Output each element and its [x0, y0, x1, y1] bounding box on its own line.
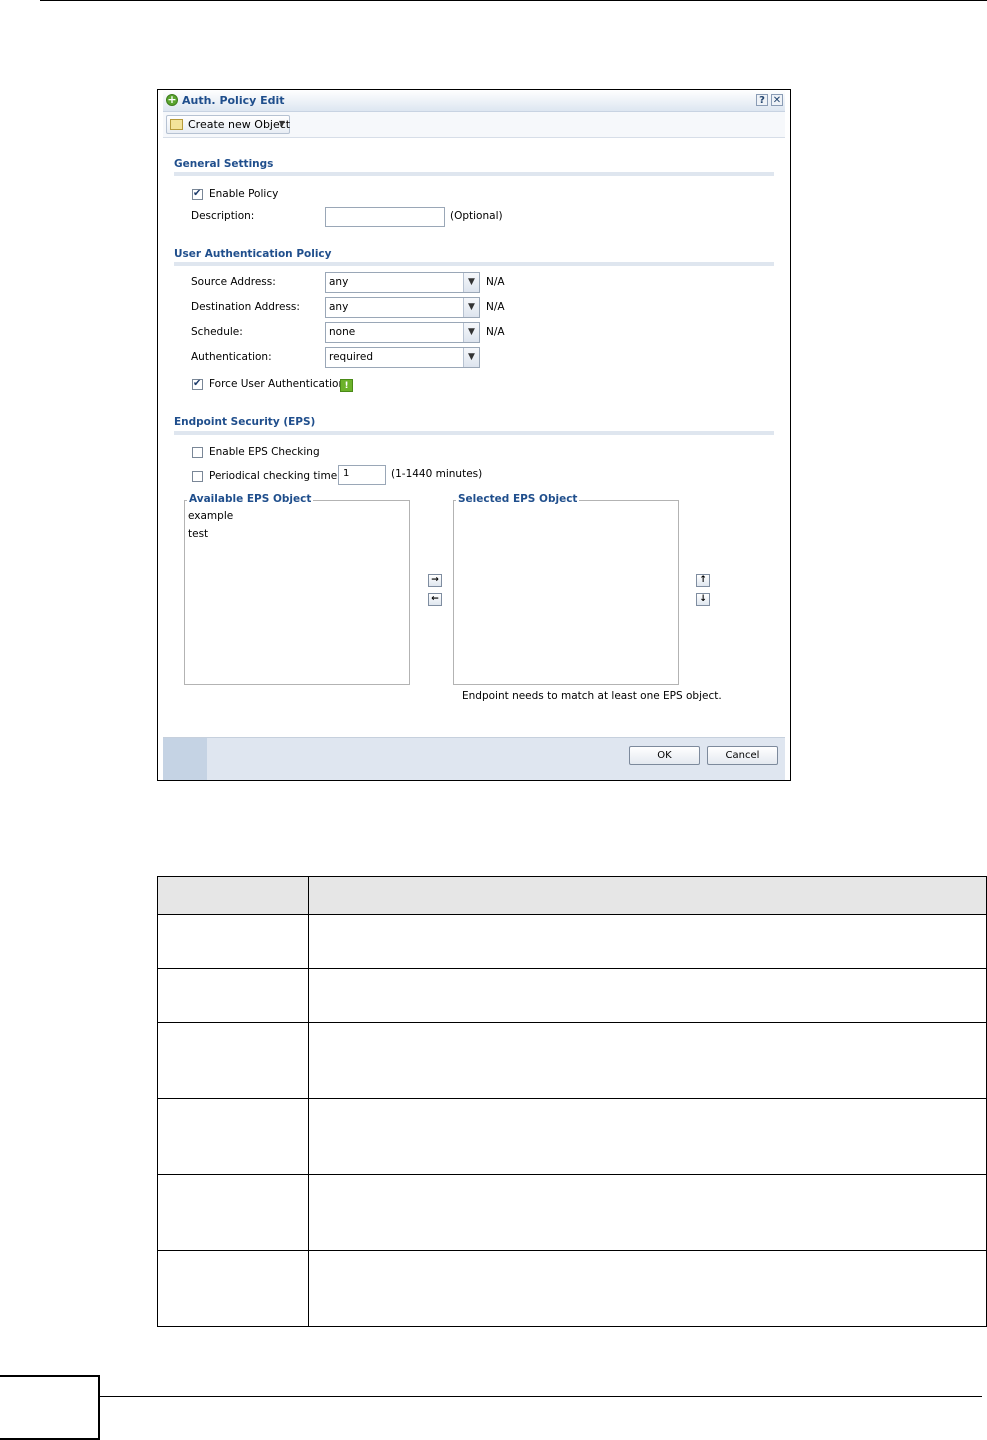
periodical-checking-label: Periodical checking time — [209, 470, 338, 482]
periodical-checking-checkbox[interactable] — [192, 471, 203, 482]
destination-address-value: any — [329, 301, 349, 313]
dialog-toolbar: Create new Object ▼ — [163, 112, 785, 138]
help-button[interactable]: ? — [756, 94, 768, 106]
table-row — [157, 1174, 987, 1251]
table-cell — [308, 1098, 987, 1175]
table-header-row — [157, 876, 987, 915]
dialog-title: Auth. Policy Edit — [182, 94, 285, 107]
force-user-auth-checkbox[interactable] — [192, 378, 203, 390]
table-cell — [157, 1174, 309, 1251]
selected-eps-list[interactable]: Selected EPS Object — [453, 493, 679, 685]
authentication-label: Authentication: — [191, 351, 272, 363]
source-address-note: N/A — [486, 276, 505, 288]
chevron-down-icon: ▼ — [278, 119, 285, 128]
table-cell — [157, 1022, 309, 1099]
destination-address-note: N/A — [486, 301, 505, 313]
chevron-down-icon: ▼ — [463, 348, 479, 367]
page-number-box — [0, 1375, 100, 1440]
table-cell — [157, 914, 309, 969]
force-user-auth-label: Force User Authentication — [209, 378, 346, 390]
enable-policy-label: Enable Policy — [209, 188, 279, 200]
table-row — [157, 1250, 987, 1327]
table-cell — [157, 1250, 309, 1327]
footer-side-panel — [163, 738, 207, 780]
list-item[interactable]: test — [188, 528, 208, 540]
periodical-range-hint: (1-1440 minutes) — [391, 468, 483, 480]
table-row — [157, 1022, 987, 1099]
move-down-button[interactable]: ↓ — [696, 593, 710, 606]
create-new-object-label: Create new Object — [188, 118, 291, 131]
schedule-label: Schedule: — [191, 326, 243, 338]
close-button[interactable]: ✕ — [771, 94, 783, 106]
table-cell — [308, 1022, 987, 1099]
dialog-footer: OK Cancel — [163, 737, 785, 780]
schedule-note: N/A — [486, 326, 505, 338]
source-address-value: any — [329, 276, 349, 288]
chevron-down-icon: ▼ — [463, 298, 479, 317]
periodical-checking-input[interactable]: 1 — [338, 465, 386, 485]
page-top-rule — [40, 0, 987, 1]
table-header-cell — [308, 876, 987, 915]
table-row — [157, 968, 987, 1023]
available-eps-legend: Available EPS Object — [187, 493, 314, 505]
list-item[interactable]: example — [188, 510, 233, 522]
section-divider — [174, 431, 774, 435]
warning-icon[interactable]: ! — [340, 379, 353, 392]
selected-eps-legend: Selected EPS Object — [456, 493, 580, 505]
table-cell — [308, 1250, 987, 1327]
destination-address-select[interactable]: any ▼ — [325, 297, 480, 318]
enable-eps-label: Enable EPS Checking — [209, 446, 320, 458]
optional-hint: (Optional) — [450, 210, 503, 222]
cancel-button[interactable]: Cancel — [707, 746, 778, 765]
table-row — [157, 1098, 987, 1175]
authentication-select[interactable]: required ▼ — [325, 347, 480, 368]
available-eps-list[interactable]: Available EPS Object example test — [184, 493, 410, 685]
source-address-select[interactable]: any ▼ — [325, 272, 480, 293]
table-cell — [157, 968, 309, 1023]
ok-button[interactable]: OK — [629, 746, 700, 765]
description-table — [157, 876, 987, 1327]
section-divider — [174, 172, 774, 176]
enable-policy-checkbox[interactable] — [192, 188, 203, 200]
eps-match-note: Endpoint needs to match at least one EPS… — [462, 690, 722, 702]
move-right-button[interactable]: → — [428, 574, 442, 587]
schedule-value: none — [329, 326, 356, 338]
table-header-cell — [157, 876, 309, 915]
enable-eps-checkbox[interactable] — [192, 447, 203, 458]
new-object-icon — [170, 119, 183, 130]
authentication-value: required — [329, 351, 373, 363]
table-cell — [308, 914, 987, 969]
description-label: Description: — [191, 210, 255, 222]
move-left-button[interactable]: ← — [428, 593, 442, 606]
table-row — [157, 914, 987, 969]
table-cell — [157, 1098, 309, 1175]
auth-policy-edit-dialog: + Auth. Policy Edit ? ✕ Create new Objec… — [157, 89, 791, 781]
general-settings-heading: General Settings — [174, 158, 274, 170]
source-address-label: Source Address: — [191, 276, 276, 288]
eps-heading: Endpoint Security (EPS) — [174, 416, 316, 428]
dialog-titlebar: + Auth. Policy Edit ? ✕ — [163, 90, 785, 112]
create-new-object-button[interactable]: Create new Object ▼ — [166, 115, 290, 134]
section-divider — [174, 262, 774, 266]
chevron-down-icon: ▼ — [463, 273, 479, 292]
move-up-button[interactable]: ↑ — [696, 574, 710, 587]
description-input[interactable] — [325, 207, 445, 227]
table-cell — [308, 1174, 987, 1251]
destination-address-label: Destination Address: — [191, 301, 300, 313]
user-auth-policy-heading: User Authentication Policy — [174, 248, 332, 260]
add-circle-icon: + — [166, 93, 178, 106]
table-cell — [308, 968, 987, 1023]
chevron-down-icon: ▼ — [463, 323, 479, 342]
schedule-select[interactable]: none ▼ — [325, 322, 480, 343]
page-bottom-rule — [100, 1396, 982, 1397]
